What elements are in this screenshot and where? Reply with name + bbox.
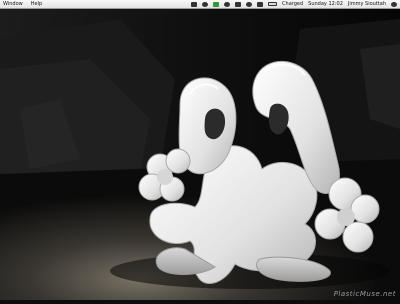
menu-clock[interactable]: Sunday 12:02 (308, 0, 343, 8)
volume-icon[interactable] (257, 1, 264, 7)
battery-icon[interactable] (268, 2, 278, 6)
desktop-wallpaper (0, 9, 400, 300)
menu-bar: Window Help Charged Sunday 12:02 Jimmy S… (0, 0, 400, 9)
activity-icon[interactable] (213, 1, 220, 7)
time-machine-icon[interactable] (224, 1, 231, 7)
menu-extra-icon[interactable] (191, 1, 198, 7)
menu-bar-status: Charged Sunday 12:02 Jimmy Siouttah (191, 0, 397, 8)
watermark: PlasticMuse.net (333, 290, 396, 298)
user-name[interactable]: Jimmy Siouttah (348, 0, 386, 8)
menu-window[interactable]: Window (3, 0, 23, 8)
sync-icon[interactable] (202, 1, 209, 7)
wallpaper-art (0, 9, 400, 300)
bluetooth-icon[interactable] (235, 1, 242, 7)
battery-status[interactable]: Charged (282, 0, 303, 8)
menu-help[interactable]: Help (31, 0, 42, 8)
menu-bar-left: Window Help (3, 0, 42, 8)
wifi-icon[interactable] (246, 1, 253, 7)
spotlight-icon[interactable] (391, 1, 397, 7)
